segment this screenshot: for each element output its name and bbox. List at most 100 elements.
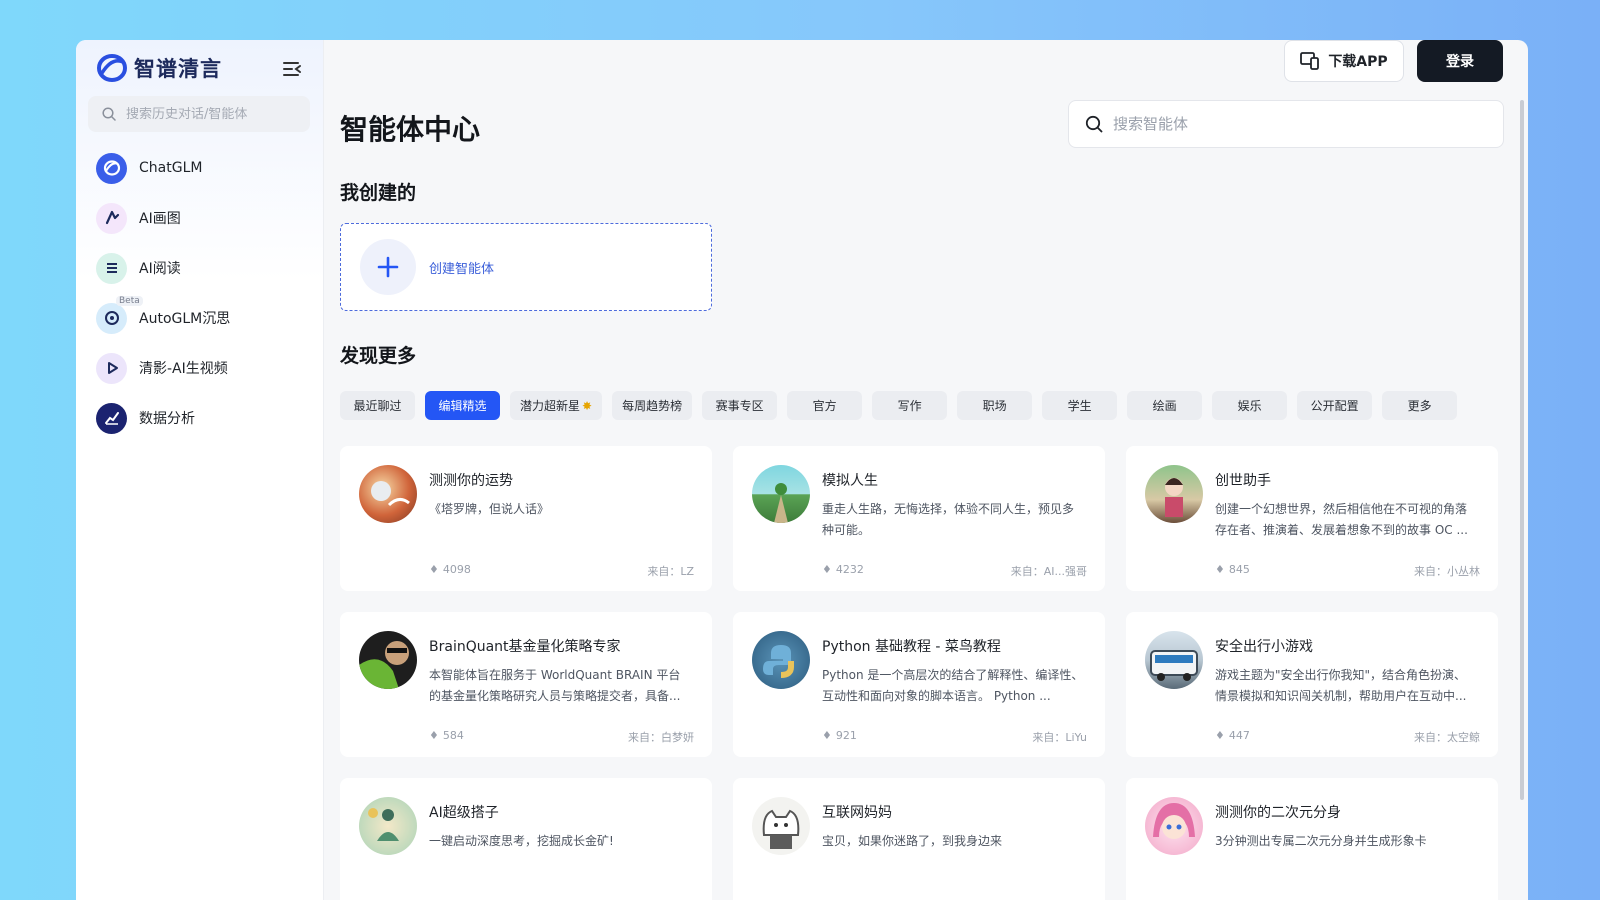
tab-label: 更多	[1407, 399, 1432, 413]
agent-avatar	[752, 465, 810, 523]
agent-card-grid: 测测你的运势 《塔罗牌，但说人话》 ♦ 4098 来自：LZ 模拟人生 重走人生路…	[340, 446, 1504, 900]
category-tabs: 最近聊过 编辑精选 潜力超新星 ✸ 每周趋势榜 赛事专区 官方 写作 职场 学生 …	[340, 391, 1458, 420]
agent-source: 来自：白梦妍	[628, 731, 694, 744]
tab-official[interactable]: 官方	[787, 391, 863, 420]
sidebar-item-autoglm[interactable]: Beta AutoGLM沉思	[76, 293, 324, 343]
collapse-sidebar-icon[interactable]	[281, 58, 303, 80]
agent-avatar	[1145, 465, 1203, 523]
flame-icon: ♦	[1215, 563, 1225, 576]
agent-card[interactable]: 模拟人生 重走人生路，无悔选择，体验不同人生，预见多种可能。 ♦ 4232 来自：…	[733, 446, 1105, 591]
agent-usage: ♦ 921	[822, 729, 857, 742]
agent-card[interactable]: Python 基础教程 - 菜鸟教程 Python 是一个高层次的结合了解释性、…	[733, 612, 1105, 757]
agent-usage: ♦ 4232	[822, 563, 864, 576]
tab-writing[interactable]: 写作	[872, 391, 948, 420]
agent-search[interactable]	[1068, 100, 1504, 148]
agent-source: 来自：AI...强哥	[1010, 565, 1087, 578]
agent-description: 重走人生路，无悔选择，体验不同人生，预见多种可能。	[822, 502, 1075, 537]
sidebar-item-ai-drawing[interactable]: AI画图	[76, 193, 324, 243]
sidebar-item-label: ChatGLM	[139, 160, 203, 176]
my-created-title: 我创建的	[340, 182, 417, 204]
page-title: 智能体中心	[340, 113, 481, 146]
tab-label: 官方	[812, 399, 837, 413]
tab-public-config[interactable]: 公开配置	[1297, 391, 1373, 420]
agent-card[interactable]: 测测你的运势 《塔罗牌，但说人话》 ♦ 4098 来自：LZ	[340, 446, 712, 591]
agent-card[interactable]: 测测你的二次元分身 3分钟测出专属二次元分身并生成形象卡	[1126, 778, 1498, 900]
tab-painting[interactable]: 绘画	[1127, 391, 1203, 420]
agent-usage: ♦ 447	[1215, 729, 1250, 742]
flame-icon: ♦	[822, 729, 832, 742]
sidebar-item-qingying[interactable]: 清影-AI生视频	[76, 343, 324, 393]
agent-usage: ♦ 845	[1215, 563, 1250, 576]
sidebar-item-label: AI画图	[139, 211, 181, 227]
beta-badge: Beta	[116, 296, 143, 306]
zhipu-logo-icon	[97, 54, 127, 82]
agent-description: Python 是一个高层次的结合了解释性、编译性、互动性和面向对象的脚本语言。 …	[822, 668, 1084, 703]
agent-title: 测测你的运势	[429, 473, 513, 489]
agent-card[interactable]: BrainQuant基金量化策略专家 本智能体旨在服务于 WorldQuant …	[340, 612, 712, 757]
sidebar-item-ai-reading[interactable]: AI阅读	[76, 243, 324, 293]
tab-label: 赛事专区	[715, 399, 764, 413]
sidebar-item-label: 数据分析	[139, 411, 195, 427]
tab-workplace[interactable]: 职场	[957, 391, 1033, 420]
agent-card[interactable]: AI超级搭子 一键启动深度思考，挖掘成长金矿!	[340, 778, 712, 900]
agent-title: AI超级搭子	[429, 805, 499, 821]
usage-count: 4232	[835, 563, 864, 576]
usage-count: 4098	[442, 563, 471, 576]
tab-label: 每周趋势榜	[622, 399, 683, 413]
app-window: 智谱清言 ChatGLM	[76, 40, 1528, 900]
play-icon	[96, 352, 127, 384]
agent-title: 互联网妈妈	[822, 805, 892, 821]
tab-label: 编辑精选	[438, 399, 487, 413]
agent-title: 创世助手	[1215, 473, 1271, 489]
think-icon	[96, 302, 127, 334]
app-name: 智谱清言	[134, 57, 222, 81]
flame-icon: ♦	[1215, 729, 1225, 742]
sidebar-item-data-analysis[interactable]: 数据分析	[76, 393, 324, 443]
sidebar: 智谱清言 ChatGLM	[76, 40, 324, 900]
agent-description: 宝贝，如果你迷路了，到我身边来	[822, 834, 1003, 848]
tab-label: 最近聊过	[353, 399, 402, 413]
agent-title: BrainQuant基金量化策略专家	[429, 639, 621, 655]
tab-label: 职场	[982, 399, 1007, 413]
search-icon	[1085, 115, 1103, 133]
tab-label: 学生	[1067, 399, 1092, 413]
tab-label: 绘画	[1152, 399, 1177, 413]
tab-recent[interactable]: 最近聊过	[340, 391, 415, 420]
agent-card[interactable]: 创世助手 创建一个幻想世界，然后相信他在不可视的角落存在者、推演着、发展着想象不…	[1126, 446, 1498, 591]
tab-weekly-trending[interactable]: 每周趋势榜	[612, 391, 693, 420]
sidebar-item-label: AutoGLM沉思	[139, 311, 231, 327]
agent-title: Python 基础教程 - 菜鸟教程	[822, 639, 1001, 655]
agent-source: 来自：LZ	[647, 565, 694, 578]
download-app-button[interactable]: 下载APP	[1284, 40, 1404, 82]
sidebar-search[interactable]	[88, 96, 310, 132]
agent-description: 创建一个幻想世界，然后相信他在不可视的角落存在者、推演着、发展着想象不到的故事 …	[1215, 502, 1468, 537]
agent-title: 模拟人生	[822, 473, 878, 489]
tab-rising-stars[interactable]: 潜力超新星 ✸	[510, 391, 603, 420]
agent-description: 本智能体旨在服务于 WorldQuant BRAIN 平台的基金量化策略研究人员…	[429, 668, 681, 703]
sidebar-item-label: AI阅读	[139, 261, 181, 277]
agent-card[interactable]: 安全出行小游戏 游戏主题为"安全出行你我知"，结合角色扮演、情景模拟和知识闯关机…	[1126, 612, 1498, 757]
sidebar-item-chatglm[interactable]: ChatGLM	[76, 143, 324, 193]
tab-editor-picks[interactable]: 编辑精选	[425, 391, 500, 420]
agent-card[interactable]: 互联网妈妈 宝贝，如果你迷路了，到我身边来	[733, 778, 1105, 900]
main-scrollbar[interactable]	[1520, 100, 1524, 800]
tab-more[interactable]: 更多	[1382, 391, 1458, 420]
agent-search-input[interactable]	[1113, 115, 1473, 133]
agent-avatar	[1145, 797, 1203, 855]
login-button[interactable]: 登录	[1417, 40, 1503, 82]
agent-avatar	[1145, 631, 1203, 689]
tab-competition[interactable]: 赛事专区	[702, 391, 778, 420]
agent-avatar	[752, 797, 810, 855]
agent-usage: ♦ 584	[429, 729, 464, 742]
usage-count: 584	[442, 729, 464, 742]
tab-label: 写作	[897, 399, 922, 413]
agent-title: 测测你的二次元分身	[1215, 805, 1341, 821]
tab-student[interactable]: 学生	[1042, 391, 1118, 420]
reading-icon	[96, 252, 127, 284]
sidebar-search-input[interactable]	[126, 106, 296, 122]
tab-label: 潜力超新星	[520, 399, 581, 413]
usage-count: 921	[835, 729, 857, 742]
tab-entertainment[interactable]: 娱乐	[1212, 391, 1288, 420]
create-agent-button[interactable]: 创建智能体	[340, 223, 712, 311]
app-logo[interactable]: 智谱清言	[96, 53, 222, 83]
